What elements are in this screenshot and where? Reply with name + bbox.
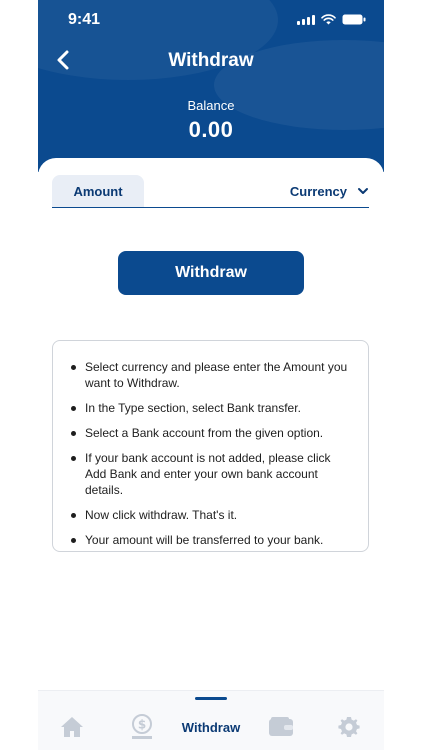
currency-dropdown[interactable]: Currency — [290, 175, 369, 207]
withdraw-button[interactable]: Withdraw — [118, 251, 304, 295]
balance-label: Balance — [187, 98, 235, 113]
balance-value: 0.00 — [188, 117, 234, 142]
status-icons — [297, 14, 366, 25]
settings-icon — [338, 717, 360, 737]
nav-withdraw[interactable]: Withdraw — [178, 713, 244, 741]
instruction-item: If your bank account is not added, pleas… — [71, 450, 354, 498]
page-title: Withdraw — [168, 50, 254, 71]
instruction-item: Select a Bank account from the given opt… — [71, 425, 354, 441]
instruction-item: Select currency and please enter the Amo… — [71, 359, 354, 391]
bottom-nav: $ Withdraw — [38, 690, 384, 750]
home-icon — [61, 717, 83, 737]
nav-money[interactable]: $ — [130, 713, 154, 741]
instructions-card: Select currency and please enter the Amo… — [52, 340, 369, 552]
active-tab-indicator — [195, 697, 227, 700]
tab-amount[interactable]: Amount — [52, 175, 144, 207]
status-time: 9:41 — [68, 11, 101, 28]
wallet-icon — [269, 717, 293, 736]
instructions-list: Select currency and please enter the Amo… — [71, 359, 354, 548]
nav-settings[interactable] — [336, 713, 362, 741]
wifi-icon — [321, 14, 336, 25]
instruction-item: Now click withdraw. That's it. — [71, 507, 354, 523]
nav-home[interactable] — [60, 713, 84, 741]
header: 9:41 Withdraw Balance 0.00 — [38, 0, 384, 172]
nav-wallet[interactable] — [268, 713, 294, 741]
tab-bar: Amount Currency — [52, 175, 369, 208]
phone-screen: 9:41 Withdraw Balance 0.00 Amount Curren… — [38, 0, 384, 750]
signal-icon — [297, 14, 315, 25]
instruction-item: In the Type section, select Bank transfe… — [71, 400, 354, 416]
battery-icon — [342, 14, 366, 25]
currency-label: Currency — [289, 183, 347, 199]
instruction-item: Your amount will be transferred to your … — [71, 532, 354, 548]
money-icon: $ — [132, 714, 152, 739]
svg-text:$: $ — [138, 718, 146, 732]
chevron-down-icon — [358, 188, 368, 194]
status-bar: 9:41 — [38, 0, 384, 40]
